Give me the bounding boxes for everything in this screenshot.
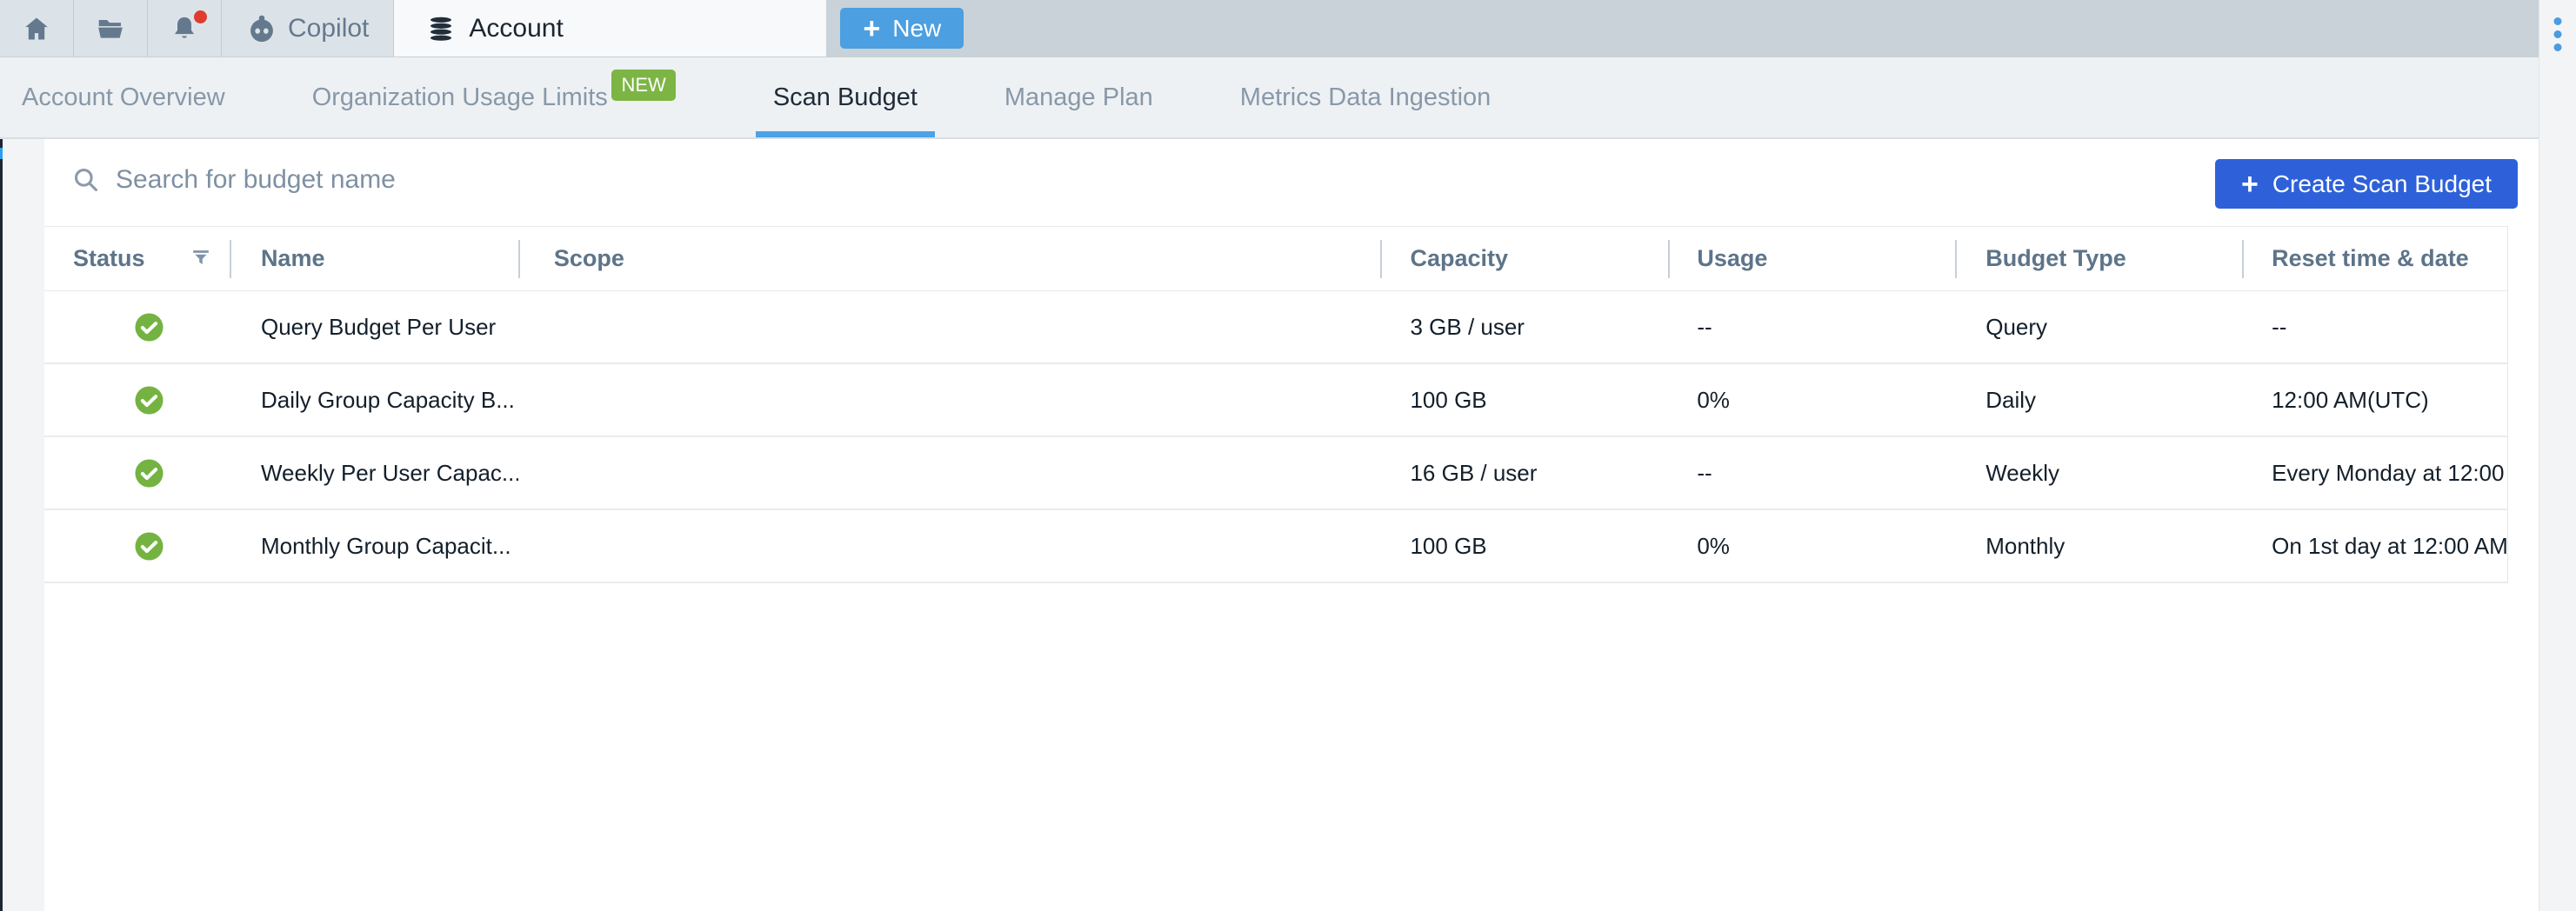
usage-cell: -- xyxy=(1668,437,1955,509)
scan-budget-panel: + Create Scan Budget Status Name Scope C… xyxy=(44,139,2539,911)
tab-manage-plan[interactable]: Manage Plan xyxy=(1004,57,1153,137)
plus-icon: + xyxy=(2241,170,2259,199)
notification-dot xyxy=(194,10,207,23)
tab-label: Manage Plan xyxy=(1004,83,1153,112)
reset-time-cell: -- xyxy=(2242,291,2507,362)
column-label: Reset time & date xyxy=(2272,245,2469,272)
home-icon xyxy=(23,15,50,43)
column-label: Usage xyxy=(1697,245,1767,272)
copilot-robot-icon xyxy=(246,13,277,44)
notifications-button[interactable] xyxy=(148,0,222,57)
tab-label: Scan Budget xyxy=(773,83,918,112)
files-button[interactable] xyxy=(74,0,148,57)
column-label: Status xyxy=(73,245,145,272)
column-header-capacity: Capacity xyxy=(1380,227,1668,290)
capacity-cell: 3 GB / user xyxy=(1380,291,1668,362)
tab-label: Account Overview xyxy=(22,83,225,112)
new-button[interactable]: + New xyxy=(840,8,964,49)
capacity-cell: 16 GB / user xyxy=(1380,437,1668,509)
folder-icon xyxy=(96,15,125,43)
search-input[interactable] xyxy=(116,165,777,195)
top-bar: Copilot Account + New xyxy=(0,0,2539,57)
table-row[interactable]: Monthly Group Capacit... 100 GB 0% Month… xyxy=(44,510,2507,583)
column-header-usage: Usage xyxy=(1668,227,1955,290)
top-bar-background: + New xyxy=(826,0,2539,57)
usage-cell: -- xyxy=(1668,291,1955,362)
tab-label: Organization Usage Limits xyxy=(312,83,608,112)
right-rail xyxy=(2539,0,2576,911)
status-active-icon xyxy=(134,531,164,562)
budget-type-cell: Daily xyxy=(1955,364,2242,436)
budget-type-cell: Weekly xyxy=(1955,437,2242,509)
column-header-name: Name xyxy=(230,227,518,290)
copilot-label: Copilot xyxy=(288,14,369,43)
copilot-button[interactable]: Copilot xyxy=(222,0,394,57)
table-row[interactable]: Query Budget Per User 3 GB / user -- Que… xyxy=(44,291,2507,364)
kebab-dot xyxy=(2554,43,2562,51)
status-active-icon xyxy=(134,385,164,416)
tab-metrics-data-ingestion[interactable]: Metrics Data Ingestion xyxy=(1240,57,1492,137)
account-window-tab[interactable]: Account xyxy=(394,0,826,57)
name-cell: Monthly Group Capacit... xyxy=(230,510,518,582)
more-options-button[interactable] xyxy=(2551,14,2566,55)
capacity-cell: 100 GB xyxy=(1380,364,1668,436)
reset-time-cell: 12:00 AM(UTC) xyxy=(2242,364,2507,436)
column-label: Name xyxy=(261,245,325,272)
kebab-dot xyxy=(2554,17,2562,25)
tab-account-overview[interactable]: Account Overview xyxy=(22,57,225,137)
kebab-dot xyxy=(2554,30,2562,38)
column-label: Capacity xyxy=(1410,245,1508,272)
status-cell xyxy=(44,291,230,362)
account-tab-label: Account xyxy=(469,14,563,43)
plus-icon: + xyxy=(863,14,880,43)
budget-type-cell: Monthly xyxy=(1955,510,2242,582)
column-header-reset-time: Reset time & date xyxy=(2242,227,2507,290)
scope-cell xyxy=(518,291,1381,362)
table-row[interactable]: Weekly Per User Capac... 16 GB / user --… xyxy=(44,437,2507,510)
usage-cell: 0% xyxy=(1668,364,1955,436)
search-box xyxy=(72,165,777,195)
column-label: Scope xyxy=(554,245,624,272)
filter-icon[interactable] xyxy=(190,248,212,269)
name-cell: Daily Group Capacity B... xyxy=(230,364,518,436)
home-button[interactable] xyxy=(0,0,74,57)
account-section-tabs: Account Overview Organization Usage Limi… xyxy=(0,57,2539,139)
global-icon-strip: Copilot xyxy=(0,0,394,57)
name-cell: Query Budget Per User xyxy=(230,291,518,362)
status-cell xyxy=(44,364,230,436)
status-cell xyxy=(44,437,230,509)
left-gutter xyxy=(3,139,44,911)
table-header: Status Name Scope Capacity Usage Budget … xyxy=(44,227,2507,291)
scan-budget-toolbar: + Create Scan Budget xyxy=(44,139,2539,226)
create-button-label: Create Scan Budget xyxy=(2272,170,2492,198)
name-cell: Weekly Per User Capac... xyxy=(230,437,518,509)
search-icon xyxy=(72,166,100,194)
column-header-scope: Scope xyxy=(518,227,1381,290)
tab-label: Metrics Data Ingestion xyxy=(1240,83,1492,112)
column-header-budget-type: Budget Type xyxy=(1955,227,2242,290)
status-cell xyxy=(44,510,230,582)
scan-budget-table: Status Name Scope Capacity Usage Budget … xyxy=(44,226,2508,583)
reset-time-cell: On 1st day at 12:00 AM(UTC) xyxy=(2242,510,2507,582)
create-scan-budget-button[interactable]: + Create Scan Budget xyxy=(2215,159,2518,209)
column-label: Budget Type xyxy=(1985,245,2126,272)
new-badge: NEW xyxy=(611,70,675,101)
scope-cell xyxy=(518,364,1381,436)
reset-time-cell: Every Monday at 12:00 AM(UTC) xyxy=(2242,437,2507,509)
budget-type-cell: Query xyxy=(1955,291,2242,362)
tab-organization-usage-limits[interactable]: Organization Usage Limits NEW xyxy=(312,57,608,137)
column-header-status: Status xyxy=(44,227,230,290)
status-active-icon xyxy=(134,458,164,489)
capacity-cell: 100 GB xyxy=(1380,510,1668,582)
usage-cell: 0% xyxy=(1668,510,1955,582)
scope-cell xyxy=(518,510,1381,582)
table-row[interactable]: Daily Group Capacity B... 100 GB 0% Dail… xyxy=(44,364,2507,437)
scope-cell xyxy=(518,437,1381,509)
status-active-icon xyxy=(134,312,164,342)
tab-scan-budget[interactable]: Scan Budget xyxy=(773,57,918,137)
new-button-label: New xyxy=(892,15,941,43)
database-icon xyxy=(427,15,455,43)
